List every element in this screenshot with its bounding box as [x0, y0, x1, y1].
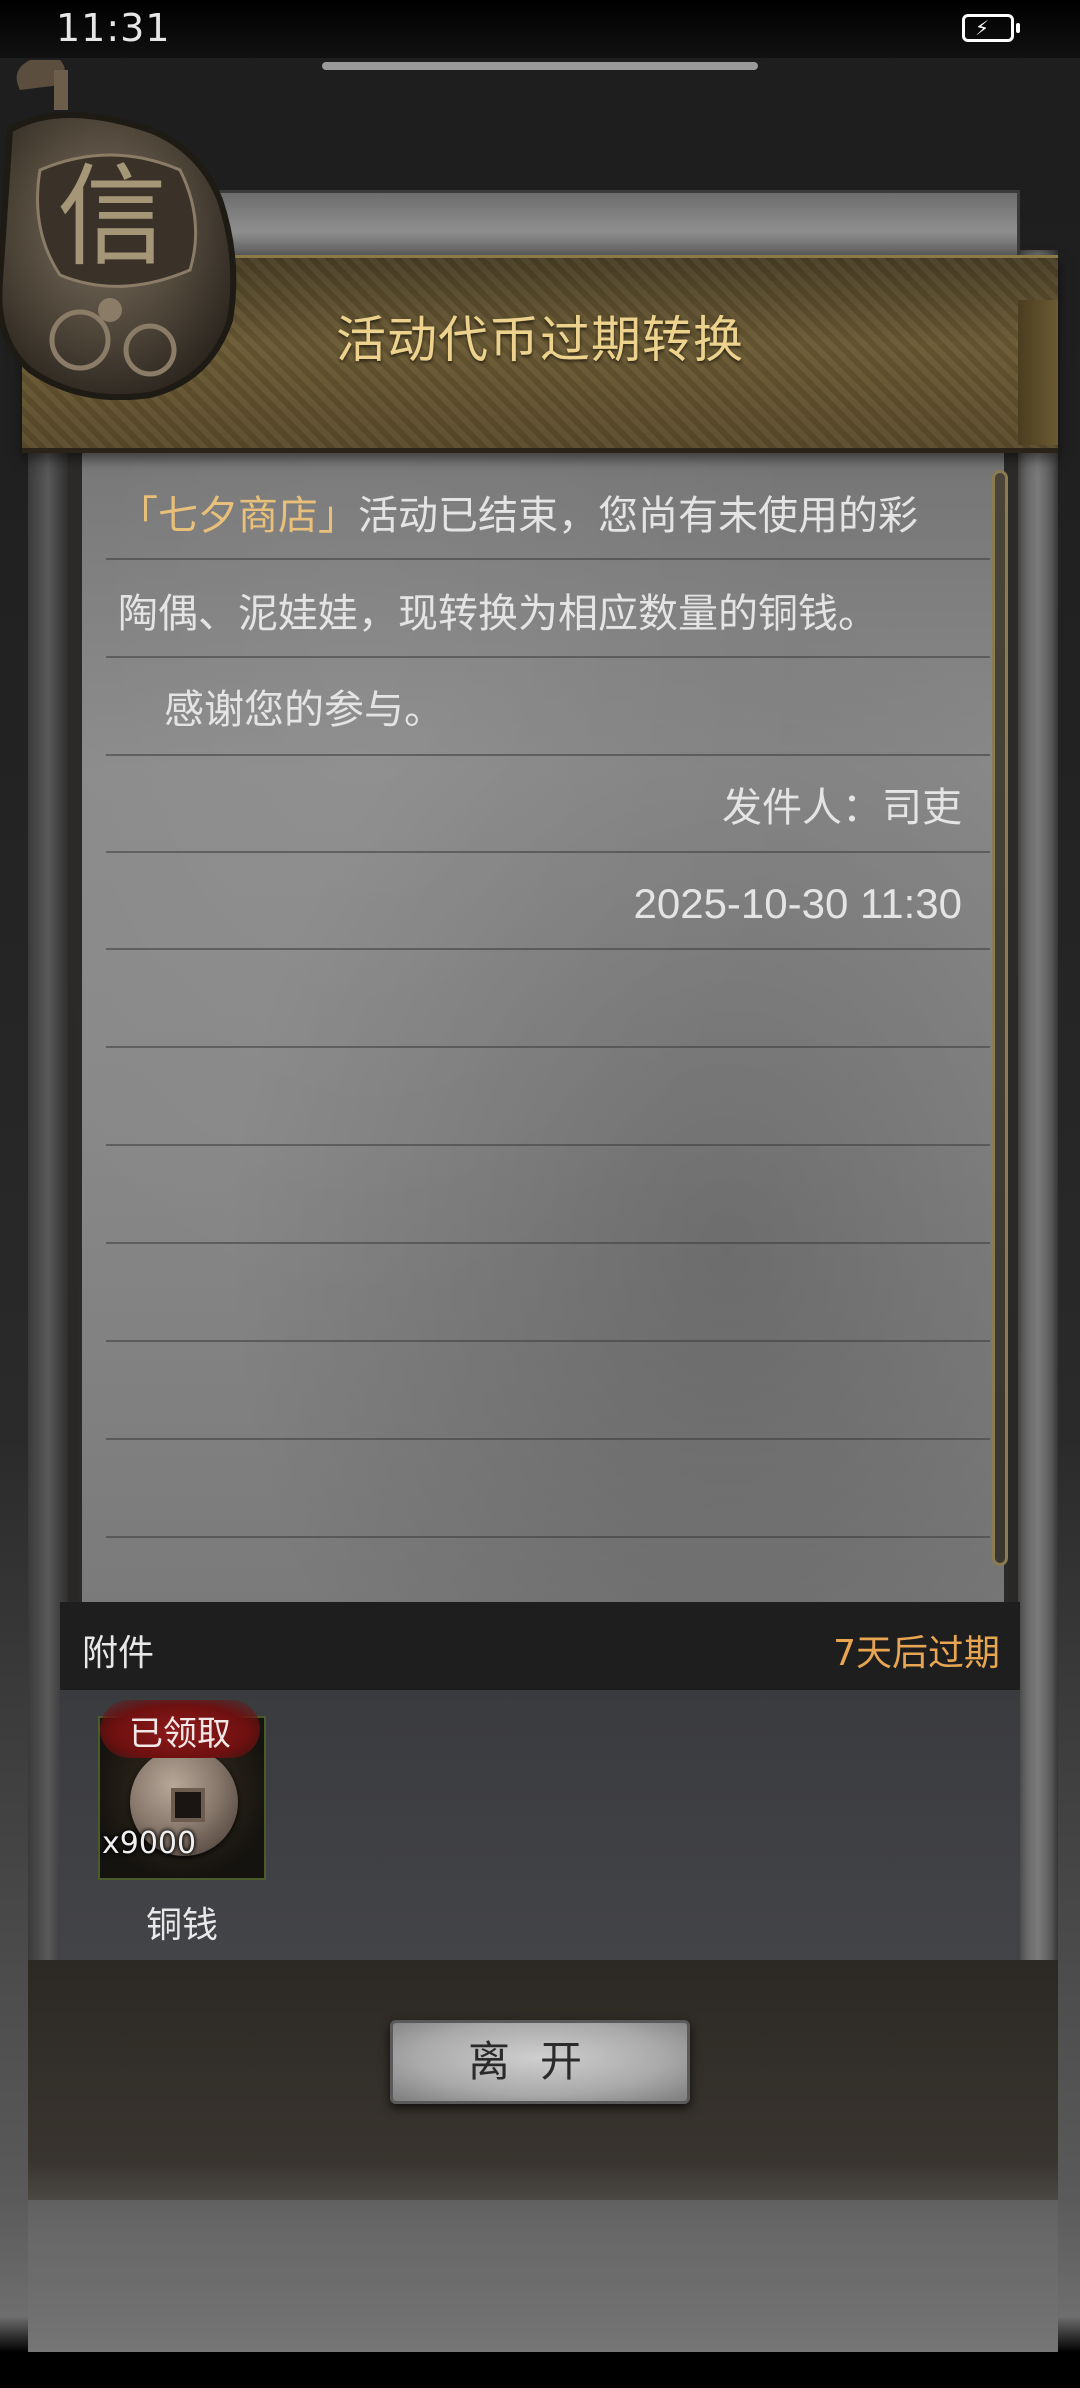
battery-charging-icon: ⚡ — [962, 14, 1020, 42]
leave-button[interactable]: 离开 — [390, 2020, 690, 2104]
letter-scrollbar[interactable] — [992, 470, 1008, 1566]
coin-hole — [171, 1788, 205, 1822]
status-time: 11:31 — [56, 6, 171, 50]
letter-seal-icon: 信 — [0, 60, 237, 400]
ruled-line — [106, 948, 990, 950]
mail-line-3: 感谢您的参与。 — [164, 687, 444, 733]
mail-line-1-rest: 活动已结束，您尚有未使用的彩 — [358, 493, 918, 539]
ruled-line — [106, 1144, 990, 1146]
bottom-fade — [28, 2160, 1058, 2360]
attachment-label: 附件 — [82, 1633, 155, 1674]
frame-right-edge — [1018, 250, 1058, 2070]
ruled-line — [106, 1438, 990, 1440]
item-count: x9000 — [102, 1826, 197, 1861]
ruled-line — [106, 1340, 990, 1342]
expire-notice: 7天后过期 — [833, 1633, 1000, 1674]
mail-line-1: 「七夕商店」活动已结束，您尚有未使用的彩 — [118, 492, 918, 540]
claimed-status: 已领取 — [129, 1714, 231, 1754]
shop-name-highlight: 「七夕商店」 — [118, 493, 358, 539]
ruled-line — [106, 656, 990, 658]
home-indicator[interactable] — [322, 62, 758, 70]
ruled-line — [106, 851, 990, 853]
ruled-line — [106, 1536, 990, 1538]
ruled-line — [106, 558, 990, 560]
mail-line-2: 陶偶、泥娃娃，现转换为相应数量的铜钱。 — [118, 591, 878, 637]
item-name: 铜钱 — [145, 1905, 218, 1946]
mail-detail-screen: 「七夕商店」活动已结束，您尚有未使用的彩 陶偶、泥娃娃，现转换为相应数量的铜钱。… — [0, 0, 1080, 2388]
ruled-line — [106, 1242, 990, 1244]
mail-sender: 发件人：司吏 — [722, 785, 962, 831]
system-nav-bar — [0, 2352, 1080, 2388]
mail-datetime: 2025-10-30 11:30 — [633, 880, 963, 927]
ruled-line — [106, 754, 990, 756]
ruled-line — [106, 1046, 990, 1048]
seal-character: 信 — [57, 153, 167, 281]
